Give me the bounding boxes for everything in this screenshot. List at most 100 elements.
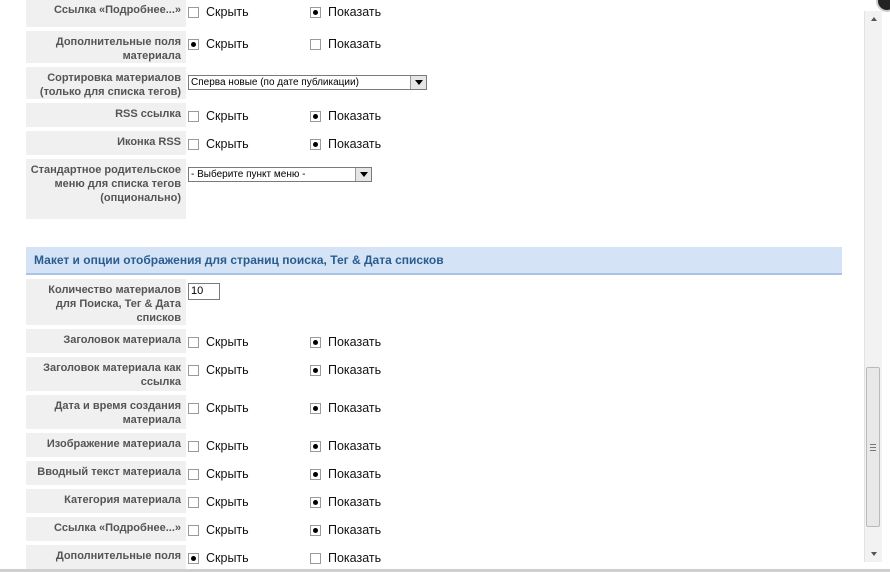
radio-option-hide[interactable]: Скрыть — [188, 37, 310, 51]
radio-show-button[interactable] — [310, 110, 321, 122]
radio-hide-label: Скрыть — [206, 551, 249, 565]
count-input[interactable]: 10 — [188, 283, 220, 300]
radio-show-button[interactable] — [310, 440, 321, 452]
radio-hide-button[interactable] — [188, 38, 199, 50]
radio-hide-button[interactable] — [188, 496, 199, 508]
scrollbar-thumb[interactable] — [866, 367, 880, 527]
radio-option-hide[interactable]: Скрыть — [188, 551, 310, 565]
radio-option-show[interactable]: Показать — [310, 5, 381, 19]
radio-show-button[interactable] — [310, 138, 321, 150]
radio-group: Скрыть Показать — [186, 461, 381, 481]
radio-show-label: Показать — [328, 137, 382, 151]
radio-hide-label: Скрыть — [206, 5, 249, 19]
scroll-down-icon[interactable] — [865, 546, 882, 562]
radio-hide-button[interactable] — [188, 110, 199, 122]
option-row: Заголовок материала как ссылка Скрыть Пока… — [26, 357, 842, 391]
radio-option-show[interactable]: Показать — [310, 335, 381, 349]
radio-hide-button[interactable] — [188, 552, 199, 564]
field-label: Количество материалов для Поиска, Тег & … — [26, 279, 186, 325]
radio-group: Скрыть Показать — [186, 103, 381, 123]
radio-show-button[interactable] — [310, 524, 321, 536]
radio-option-hide[interactable]: Скрыть — [188, 467, 310, 481]
radio-show-button[interactable] — [310, 468, 321, 480]
vertical-scrollbar[interactable] — [864, 11, 882, 562]
radio-option-hide[interactable]: Скрыть — [188, 495, 310, 509]
chevron-down-icon[interactable] — [355, 168, 371, 181]
field-label: Заголовок материала — [26, 329, 186, 353]
radio-option-hide[interactable]: Скрыть — [188, 109, 310, 123]
radio-option-show[interactable]: Показать — [310, 109, 381, 123]
field-label: Изображение материала — [26, 433, 186, 457]
radio-hide-label: Скрыть — [206, 523, 249, 537]
option-row: Дата и время создания материала Скрыть Пок… — [26, 395, 842, 429]
radio-option-hide[interactable]: Скрыть — [188, 401, 310, 415]
field-label: Ссылка «Подробнее...» — [26, 0, 186, 27]
radio-hide-label: Скрыть — [206, 37, 249, 51]
field-label: Заголовок материала как ссылка — [26, 357, 186, 391]
radio-hide-button[interactable] — [188, 6, 199, 18]
radio-option-hide[interactable]: Скрыть — [188, 363, 310, 377]
dropdown-select[interactable]: - Выберите пункт меню - — [188, 167, 372, 182]
radio-option-show[interactable]: Показать — [310, 467, 381, 481]
radio-hide-button[interactable] — [188, 402, 199, 414]
radio-show-label: Показать — [328, 109, 382, 123]
radio-option-hide[interactable]: Скрыть — [188, 137, 310, 151]
radio-option-show[interactable]: Показать — [310, 439, 381, 453]
option-row: Иконка RSS Скрыть Показать — [26, 131, 842, 155]
radio-group: Скрыть Показать — [186, 489, 381, 509]
radio-group: Скрыть Показать — [186, 433, 381, 453]
field-label: Категория материала — [26, 489, 186, 513]
radio-show-button[interactable] — [310, 402, 321, 414]
field-label: Вводный текст материала — [26, 461, 186, 485]
radio-option-show[interactable]: Показать — [310, 363, 381, 377]
radio-hide-label: Скрыть — [206, 439, 249, 453]
field-label: Дата и время создания материала — [26, 395, 186, 429]
radio-show-button[interactable] — [310, 6, 321, 18]
select-row: Стандартное родительское меню для списка… — [26, 159, 842, 219]
radio-show-label: Показать — [328, 439, 382, 453]
option-row: Дополнительные поля материала Скрыть Показ… — [26, 31, 842, 63]
radio-hide-label: Скрыть — [206, 495, 249, 509]
radio-option-hide[interactable]: Скрыть — [188, 523, 310, 537]
chevron-down-icon[interactable] — [410, 76, 426, 89]
radio-option-show[interactable]: Показать — [310, 401, 381, 415]
radio-hide-button[interactable] — [188, 524, 199, 536]
radio-option-show[interactable]: Показать — [310, 37, 381, 51]
radio-hide-button[interactable] — [188, 336, 199, 348]
radio-hide-button[interactable] — [188, 138, 199, 150]
radio-group: Скрыть Показать — [186, 31, 381, 51]
radio-show-label: Показать — [328, 401, 382, 415]
radio-option-show[interactable]: Показать — [310, 523, 381, 537]
radio-show-label: Показать — [328, 523, 382, 537]
radio-show-button[interactable] — [310, 336, 321, 348]
radio-show-button[interactable] — [310, 364, 321, 376]
select-row: Сортировка материалов (только для списка… — [26, 67, 842, 99]
radio-group: Скрыть Показать — [186, 517, 381, 537]
radio-hide-label: Скрыть — [206, 335, 249, 349]
radio-hide-button[interactable] — [188, 364, 199, 376]
radio-option-show[interactable]: Показать — [310, 137, 381, 151]
field-label: Дополнительные поля материала — [26, 31, 186, 63]
radio-group: Скрыть Показать — [186, 545, 381, 565]
radio-option-hide[interactable]: Скрыть — [188, 335, 310, 349]
radio-show-button[interactable] — [310, 552, 321, 564]
radio-hide-label: Скрыть — [206, 401, 249, 415]
radio-show-label: Показать — [328, 551, 382, 565]
radio-show-label: Показать — [328, 37, 382, 51]
radio-option-hide[interactable]: Скрыть — [188, 439, 310, 453]
settings-viewport: Ссылка «Подробнее...» Скрыть Показать Допол… — [0, 0, 864, 572]
radio-show-button[interactable] — [310, 496, 321, 508]
radio-option-hide[interactable]: Скрыть — [188, 5, 310, 19]
radio-show-button[interactable] — [310, 38, 321, 50]
option-row: Ссылка «Подробнее...» Скрыть Показать — [26, 517, 842, 541]
radio-hide-label: Скрыть — [206, 137, 249, 151]
radio-option-show[interactable]: Показать — [310, 551, 381, 565]
dropdown-select[interactable]: Сперва новые (по дате публикации) — [188, 75, 427, 90]
radio-hide-button[interactable] — [188, 468, 199, 480]
radio-show-label: Показать — [328, 495, 382, 509]
dropdown-value: Сперва новые (по дате публикации) — [191, 77, 359, 88]
radio-hide-button[interactable] — [188, 440, 199, 452]
radio-option-show[interactable]: Показать — [310, 495, 381, 509]
scroll-up-icon[interactable] — [865, 11, 882, 27]
